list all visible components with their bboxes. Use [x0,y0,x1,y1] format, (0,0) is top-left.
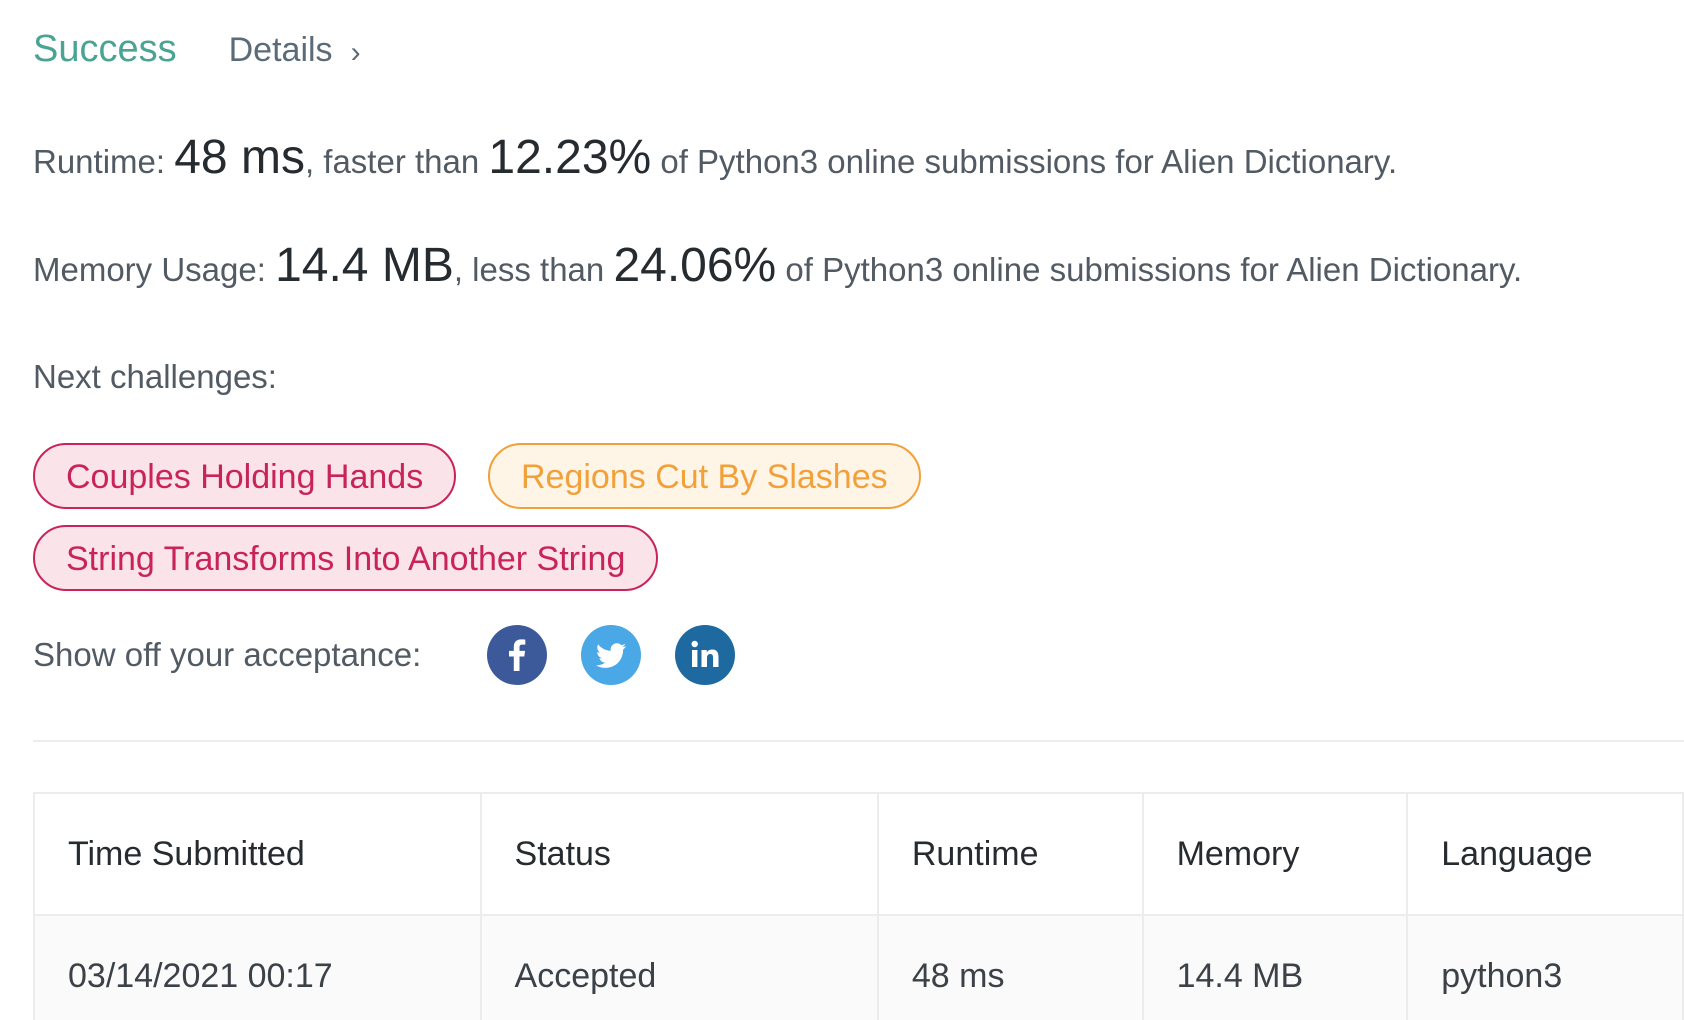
share-label: Show off your acceptance: [33,636,422,673]
column-header-memory[interactable]: Memory [1141,792,1409,916]
challenge-regions-cut-by-slashes[interactable]: Regions Cut By Slashes [488,443,921,509]
submission-result-page: Success Details › Runtime: 48 ms, faster… [0,0,1684,1020]
cell-memory: 14.4 MB [1141,914,1409,1020]
column-header-language[interactable]: Language [1406,792,1684,916]
success-status: Success [33,28,177,70]
details-link[interactable]: Details › [229,31,361,70]
section-divider [33,740,1684,742]
next-challenges-label: Next challenges: [33,358,277,395]
cell-runtime: 48 ms [876,914,1144,1020]
runtime-stat: Runtime: 48 ms, faster than 12.23% of Py… [33,130,1397,185]
memory-suffix: of Python3 online submissions for Alien … [785,251,1523,288]
facebook-icon[interactable] [487,625,548,685]
challenge-couples-holding-hands[interactable]: Couples Holding Hands [33,443,457,509]
column-header-time-submitted[interactable]: Time Submitted [33,792,482,916]
runtime-value: 48 ms [174,131,305,184]
cell-status-link[interactable]: Accepted [479,914,879,1020]
runtime-suffix: of Python3 online submissions for Alien … [660,143,1398,180]
chevron-right-icon: › [350,35,361,69]
memory-comparison: , less than [453,251,605,288]
column-header-runtime[interactable]: Runtime [876,792,1144,916]
submissions-table: Time Submitted Status Runtime Memory Lan… [33,792,1684,1020]
cell-language: python3 [1406,914,1684,1020]
linkedin-icon[interactable] [675,625,736,685]
table-row: 03/14/2021 00:17 Accepted 48 ms 14.4 MB … [33,914,1684,1020]
details-label: Details [228,31,333,69]
table-header-row: Time Submitted Status Runtime Memory Lan… [33,792,1684,916]
memory-value: 14.4 MB [275,239,454,292]
result-header: Success Details › [33,28,361,71]
twitter-icon[interactable] [581,625,642,685]
memory-label: Memory Usage: [33,251,266,288]
memory-stat: Memory Usage: 14.4 MB, less than 24.06% … [33,238,1522,293]
runtime-percent: 12.23% [488,131,652,184]
column-header-status[interactable]: Status [479,792,879,916]
memory-percent: 24.06% [613,239,777,292]
runtime-label: Runtime: [33,143,166,180]
runtime-comparison: , faster than [304,143,480,180]
share-row: Show off your acceptance: [33,625,769,685]
challenge-string-transforms[interactable]: String Transforms Into Another String [33,525,659,591]
cell-time-submitted: 03/14/2021 00:17 [33,914,482,1020]
